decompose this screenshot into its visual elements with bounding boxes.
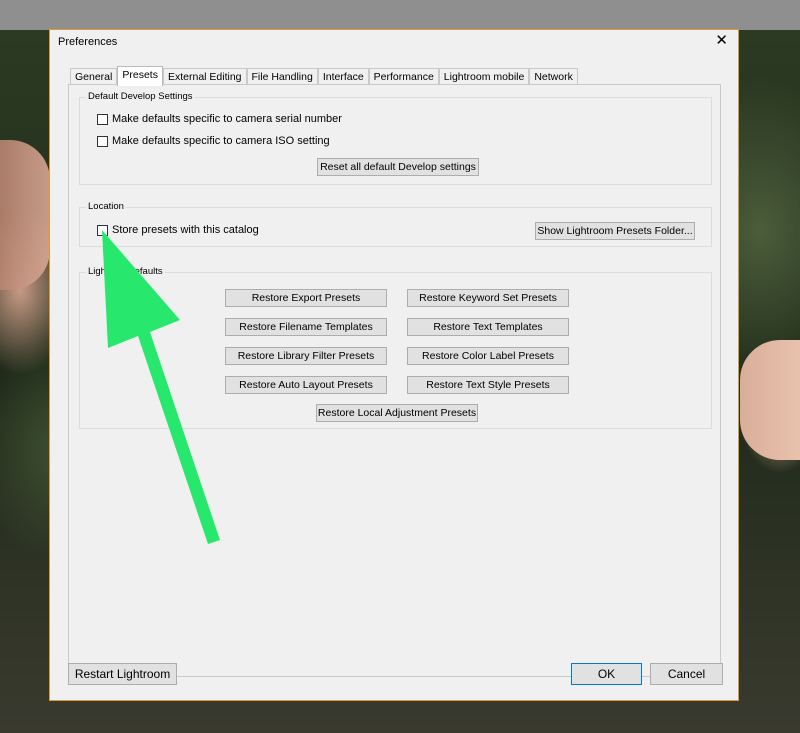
ok-button[interactable]: OK [571, 663, 642, 685]
restore-local-adjustment-presets-button[interactable]: Restore Local Adjustment Presets [316, 404, 478, 422]
iso-checkbox-label: Make defaults specific to camera ISO set… [112, 135, 330, 147]
store-presets-checkbox-row[interactable]: Store presets with this catalog [97, 224, 259, 236]
tab-interface[interactable]: Interface [317, 68, 369, 85]
serial-checkbox[interactable] [97, 113, 108, 125]
store-presets-label: Store presets with this catalog [112, 224, 259, 236]
preferences-dialog: Preferences ✕ General Presets External E… [49, 29, 739, 701]
restore-color-label-presets-button[interactable]: Restore Color Label Presets [407, 347, 569, 365]
store-presets-checkbox[interactable] [97, 224, 108, 236]
group-title-prefix: Lightr [88, 266, 112, 277]
presets-panel: Default Develop Settings Make defaults s… [68, 84, 721, 677]
tab-network[interactable]: Network [529, 68, 578, 85]
dialog-title: Preferences [58, 36, 118, 48]
background-top-bar [0, 0, 800, 30]
cancel-button[interactable]: Cancel [650, 663, 723, 685]
restore-export-presets-button[interactable]: Restore Export Presets [225, 289, 387, 307]
restore-text-style-presets-button[interactable]: Restore Text Style Presets [407, 376, 569, 394]
restore-library-filter-presets-button[interactable]: Restore Library Filter Presets [225, 347, 387, 365]
restart-lightroom-button[interactable]: Restart Lightroom [68, 663, 177, 685]
tab-lightroom-mobile[interactable]: Lightroom mobile [438, 68, 530, 85]
tab-general[interactable]: General [70, 68, 118, 85]
serial-checkbox-row[interactable]: Make defaults specific to camera serial … [97, 113, 342, 125]
group-title-lightroom-defaults: Lightr Defaults [86, 266, 165, 277]
close-icon[interactable]: ✕ [715, 33, 728, 48]
background-hand-left [0, 140, 50, 290]
show-presets-folder-button[interactable]: Show Lightroom Presets Folder... [535, 222, 695, 240]
tab-file-handling[interactable]: File Handling [246, 68, 318, 85]
restore-auto-layout-presets-button[interactable]: Restore Auto Layout Presets [225, 376, 387, 394]
tab-bar: General Presets External Editing File Ha… [70, 66, 578, 86]
tab-presets[interactable]: Presets [117, 66, 163, 86]
group-title-suffix: Defaults [127, 266, 163, 277]
tab-external-editing[interactable]: External Editing [162, 68, 247, 85]
restore-filename-templates-button[interactable]: Restore Filename Templates [225, 318, 387, 336]
group-title-location: Location [86, 201, 126, 212]
iso-checkbox[interactable] [97, 135, 108, 147]
restore-keyword-set-presets-button[interactable]: Restore Keyword Set Presets [407, 289, 569, 307]
default-develop-group: Default Develop Settings Make defaults s… [79, 91, 712, 185]
serial-checkbox-label: Make defaults specific to camera serial … [112, 113, 342, 125]
background-hand-right [740, 340, 800, 460]
group-title-default-develop: Default Develop Settings [86, 91, 195, 102]
tab-performance[interactable]: Performance [368, 68, 439, 85]
reset-develop-settings-button[interactable]: Reset all default Develop settings [317, 158, 479, 176]
lightroom-defaults-group: Lightr Defaults Restore Export Presets Re… [79, 266, 712, 429]
iso-checkbox-row[interactable]: Make defaults specific to camera ISO set… [97, 135, 330, 147]
location-group: Location Store presets with this catalog… [79, 201, 712, 247]
restore-text-templates-button[interactable]: Restore Text Templates [407, 318, 569, 336]
